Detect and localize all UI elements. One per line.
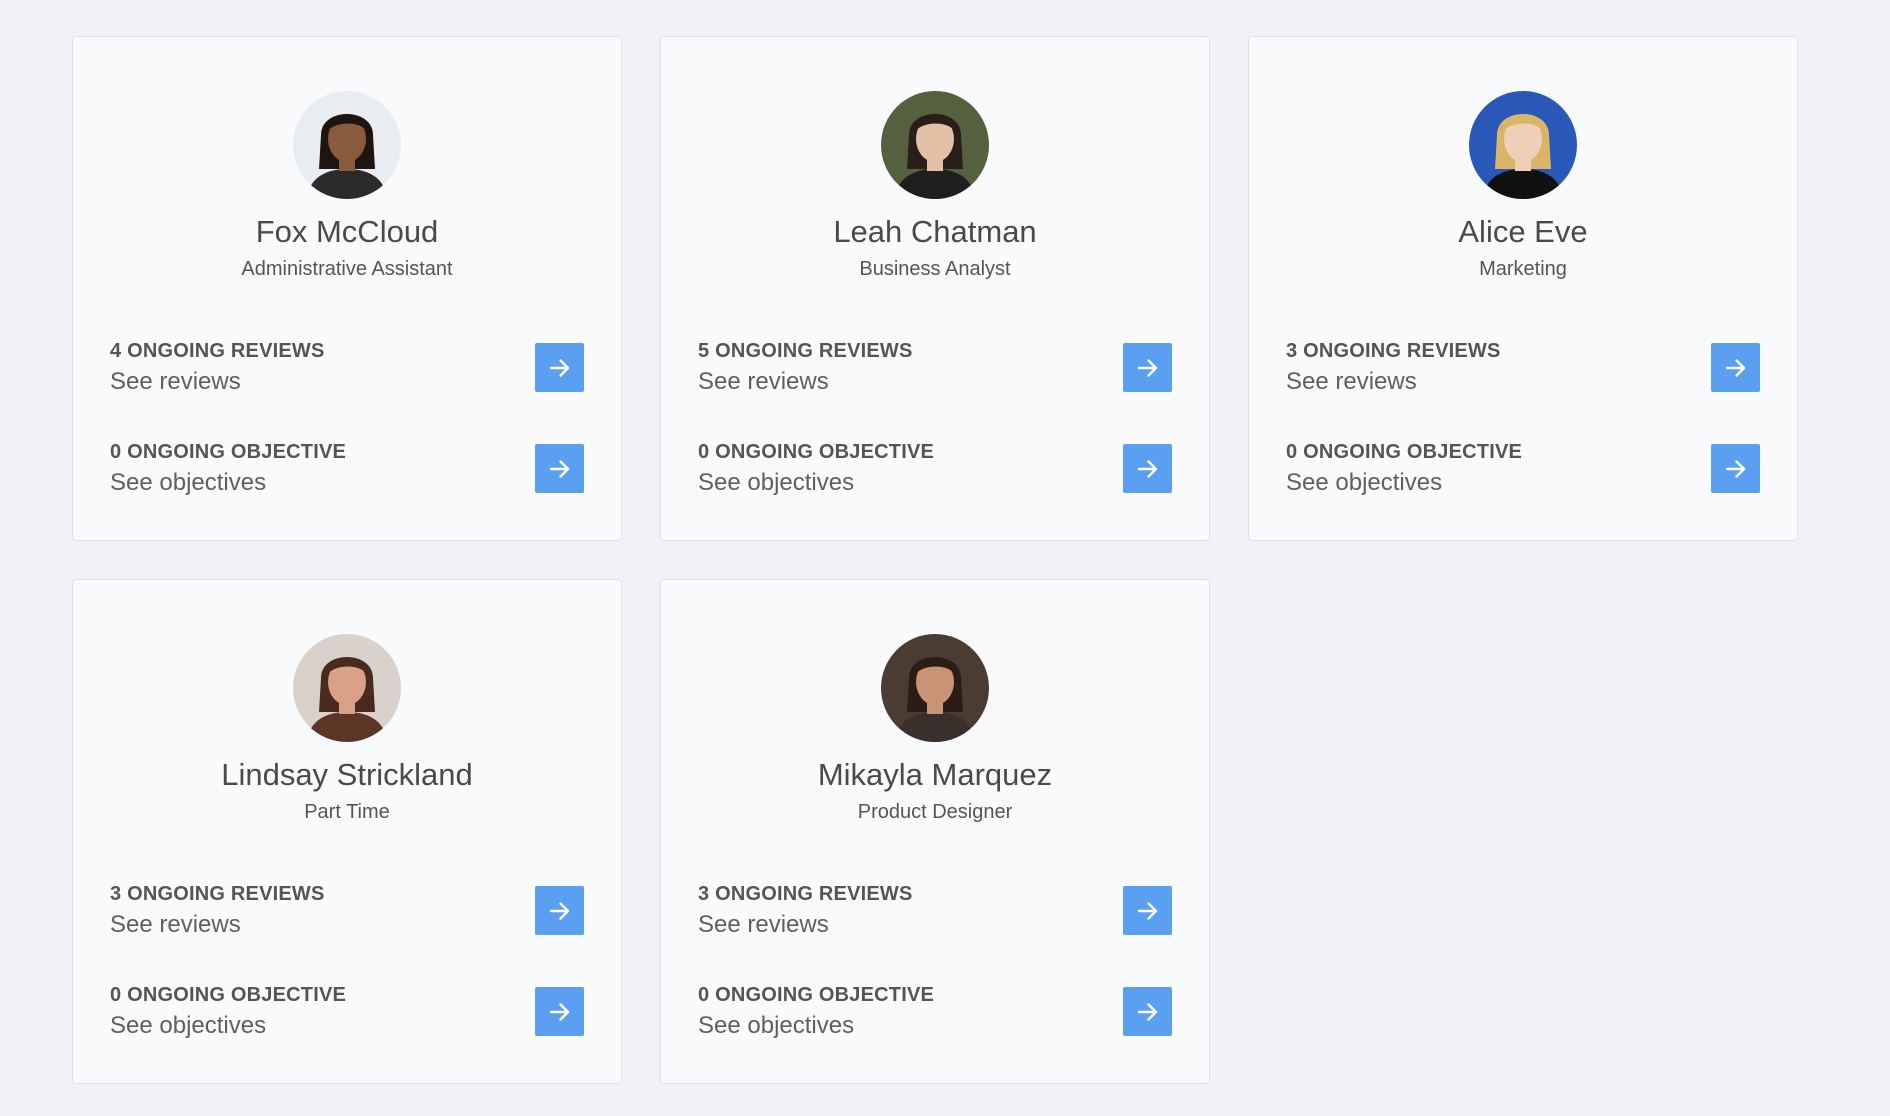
employee-name: Lindsay Strickland [221,757,473,792]
arrow-right-icon [1725,358,1745,377]
see-objectives-label: See objectives [1286,469,1443,496]
open-reviews-button[interactable] [1711,343,1760,392]
arrow-right-icon [1137,901,1157,920]
avatar-photo-icon [1469,91,1577,199]
objectives-count: 0 ONGOING OBJECTIVE [698,984,935,1006]
open-objectives-button[interactable] [1123,987,1172,1036]
employee-card: Fox McCloud Administrative Assistant 4 O… [72,36,622,541]
employee-card: Leah Chatman Business Analyst 5 ONGOING … [660,36,1210,541]
employee-role: Business Analyst [859,258,1011,280]
avatar [293,634,401,742]
employee-card: Mikayla Marquez Product Designer 3 ONGOI… [660,579,1210,1084]
see-objectives-label: See objectives [698,469,855,496]
employee-name: Mikayla Marquez [817,757,1053,792]
avatar-photo-icon [293,91,401,199]
objectives-row: 0 ONGOING OBJECTIVE See objectives [698,983,1172,1039]
reviews-row: 3 ONGOING REVIEWS See reviews [1286,339,1760,395]
open-objectives-button[interactable] [1123,444,1172,493]
open-objectives-button[interactable] [1711,444,1760,493]
see-reviews-label: See reviews [110,911,241,938]
avatar-photo-icon [293,634,401,742]
employee-card: Alice Eve Marketing 3 ONGOING REVIEWS Se… [1248,36,1798,541]
avatar-photo-icon [881,91,989,199]
employee-role: Product Designer [857,801,1013,823]
reviews-row: 3 ONGOING REVIEWS See reviews [698,882,1172,938]
open-reviews-button[interactable] [535,886,584,935]
avatar [881,91,989,199]
reviews-count: 3 ONGOING REVIEWS [110,883,325,905]
arrow-right-icon [549,459,569,478]
see-reviews-label: See reviews [698,368,829,395]
arrow-right-icon [1137,459,1157,478]
objectives-count: 0 ONGOING OBJECTIVE [110,984,347,1006]
avatar [881,634,989,742]
arrow-right-icon [1725,459,1745,478]
objectives-row: 0 ONGOING OBJECTIVE See objectives [110,983,584,1039]
employee-card-grid: Fox McCloud Administrative Assistant 4 O… [72,36,1798,1084]
objectives-row: 0 ONGOING OBJECTIVE See objectives [110,440,584,496]
avatar-photo-icon [881,634,989,742]
reviews-row: 4 ONGOING REVIEWS See reviews [110,339,584,395]
employee-role: Administrative Assistant [241,258,453,280]
objectives-row: 0 ONGOING OBJECTIVE See objectives [1286,440,1760,496]
objectives-count: 0 ONGOING OBJECTIVE [698,441,935,463]
arrow-right-icon [549,1002,569,1021]
reviews-count: 3 ONGOING REVIEWS [698,883,913,905]
reviews-row: 3 ONGOING REVIEWS See reviews [110,882,584,938]
employee-role: Part Time [304,801,390,823]
see-reviews-label: See reviews [1286,368,1417,395]
reviews-row: 5 ONGOING REVIEWS See reviews [698,339,1172,395]
arrow-right-icon [549,358,569,377]
employee-role: Marketing [1479,258,1567,280]
see-reviews-label: See reviews [698,911,829,938]
open-reviews-button[interactable] [1123,343,1172,392]
avatar [293,91,401,199]
reviews-count: 3 ONGOING REVIEWS [1286,340,1501,362]
arrow-right-icon [549,901,569,920]
open-objectives-button[interactable] [535,987,584,1036]
see-reviews-label: See reviews [110,368,241,395]
arrow-right-icon [1137,1002,1157,1021]
employee-card: Lindsay Strickland Part Time 3 ONGOING R… [72,579,622,1084]
employee-name: Alice Eve [1458,214,1588,249]
see-objectives-label: See objectives [110,1012,267,1039]
objectives-count: 0 ONGOING OBJECTIVE [110,441,347,463]
open-objectives-button[interactable] [535,444,584,493]
reviews-count: 5 ONGOING REVIEWS [698,340,913,362]
arrow-right-icon [1137,358,1157,377]
employee-name: Fox McCloud [255,214,439,249]
avatar [1469,91,1577,199]
employee-name: Leah Chatman [833,214,1037,249]
reviews-count: 4 ONGOING REVIEWS [110,340,325,362]
open-reviews-button[interactable] [535,343,584,392]
see-objectives-label: See objectives [698,1012,855,1039]
see-objectives-label: See objectives [110,469,267,496]
objectives-row: 0 ONGOING OBJECTIVE See objectives [698,440,1172,496]
objectives-count: 0 ONGOING OBJECTIVE [1286,441,1523,463]
open-reviews-button[interactable] [1123,886,1172,935]
